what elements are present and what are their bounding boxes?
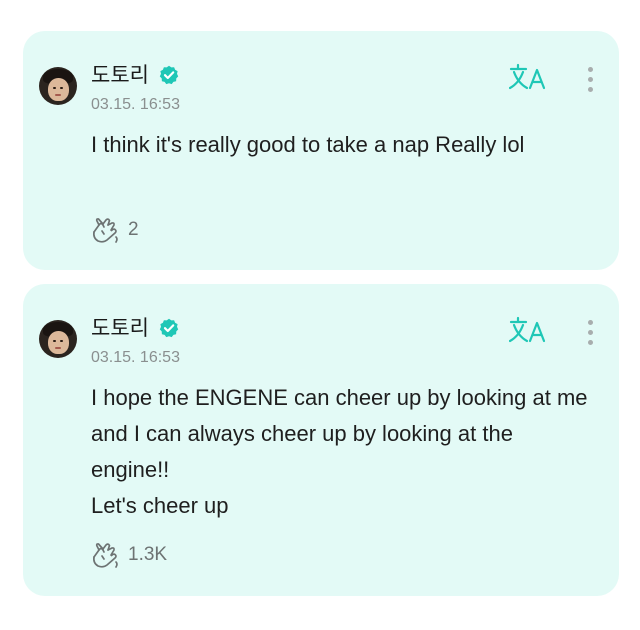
translate-icon[interactable] [509,63,549,91]
post-body: I hope the ENGENE can cheer up by lookin… [91,380,591,524]
author-name[interactable]: 도토리 [91,315,149,341]
translate-icon[interactable] [509,316,549,344]
post-card[interactable]: 도토리 03.15. 16:53 I hope the ENGENE can c… [23,284,619,596]
post-card[interactable]: 도토리 03.15. 16:53 I think it's really goo… [23,31,619,270]
author-name[interactable]: 도토리 [91,62,149,88]
post-text: I hope the ENGENE can cheer up by lookin… [91,385,588,482]
post-body: I think it's really good to take a nap R… [91,127,591,163]
verified-badge-icon [159,65,179,85]
reaction-count: 1.3K [128,544,168,565]
author-avatar[interactable] [39,67,77,105]
more-vertical-icon[interactable] [580,65,600,95]
post-text: Let's cheer up [91,493,229,518]
reaction-count: 2 [128,219,139,240]
reaction-hands-icon [92,543,118,568]
post-text: I think it's really good to take a nap R… [91,132,525,157]
reaction-hands-icon [92,218,118,243]
author-avatar[interactable] [39,320,77,358]
verified-badge-icon [159,318,179,338]
post-timestamp: 03.15. 16:53 [91,349,180,366]
more-vertical-icon[interactable] [580,318,600,348]
post-timestamp: 03.15. 16:53 [91,96,180,113]
